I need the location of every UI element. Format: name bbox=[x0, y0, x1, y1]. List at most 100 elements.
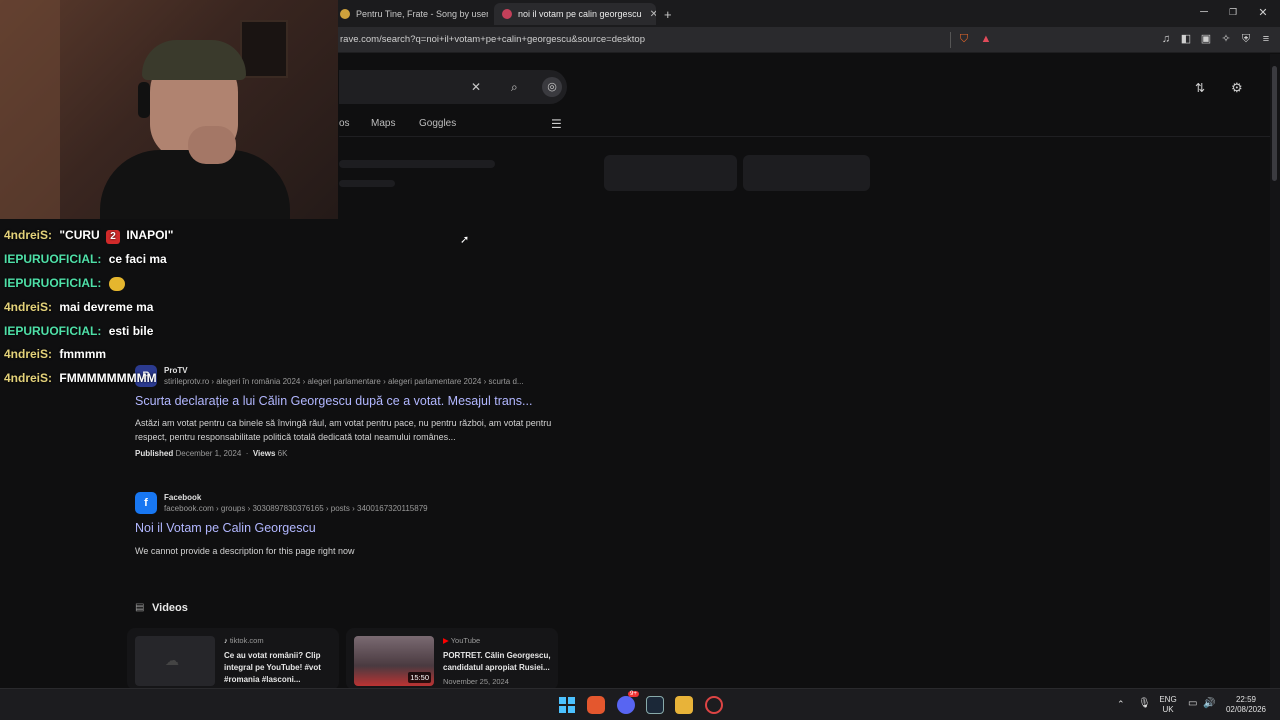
lang-bottom: UK bbox=[1162, 705, 1174, 714]
menu-icon[interactable]: ≡ bbox=[1260, 33, 1272, 45]
tab-videos-partial[interactable]: os bbox=[339, 118, 350, 129]
chat-username: 4ndreiS: bbox=[4, 228, 53, 242]
search-icon[interactable]: ⌕ bbox=[511, 80, 518, 95]
published-label: Published bbox=[135, 449, 174, 458]
microphone-icon[interactable]: 🎙 bbox=[1138, 698, 1151, 709]
placeholder-image-icon: ☁ bbox=[165, 652, 179, 668]
video-duration: 15:50 bbox=[408, 672, 431, 683]
chat-text: ce faci ma bbox=[108, 252, 167, 266]
chat-text: INAPOI" bbox=[126, 228, 174, 242]
close-tab-icon[interactable]: ✕ bbox=[650, 9, 656, 20]
result-description: We cannot provide a description for this… bbox=[135, 546, 355, 556]
leo-ai-icon[interactable]: ✧ bbox=[1220, 33, 1232, 45]
skeleton-card bbox=[604, 155, 737, 191]
video-thumbnail: ☁ bbox=[135, 636, 215, 686]
windows-start-icon[interactable] bbox=[558, 696, 576, 714]
video-source: ♪ tiktok.com bbox=[224, 636, 264, 645]
url-divider bbox=[950, 32, 951, 48]
volume-icon[interactable]: 🔊 bbox=[1203, 698, 1215, 709]
sort-icon[interactable]: ⇅ bbox=[1195, 81, 1205, 95]
brave-shields-icon[interactable]: ⛉ bbox=[958, 33, 970, 45]
chat-text: FMMMMMMMMM bbox=[59, 371, 157, 385]
file-explorer-icon[interactable] bbox=[675, 696, 693, 714]
chat-username: IEPURUOFICIAL: bbox=[4, 324, 102, 338]
filters-icon[interactable]: ☰ bbox=[551, 117, 562, 131]
video-card[interactable]: ☁ ♪ tiktok.com Ce au votat românii? Clip… bbox=[127, 628, 339, 690]
chat-emote-two: 2 bbox=[106, 230, 121, 244]
wallet-icon[interactable]: ▣ bbox=[1200, 33, 1212, 45]
chat-emote-icon bbox=[108, 276, 125, 291]
webcam-overlay bbox=[0, 0, 338, 219]
chat-username: 4ndreiS: bbox=[4, 347, 53, 361]
result-title-link[interactable]: Scurta declarație a lui Călin Georgescu … bbox=[135, 394, 532, 408]
app-icon[interactable] bbox=[705, 696, 723, 714]
result-breadcrumb[interactable]: stirileprotv.ro › alegeri în românia 202… bbox=[164, 377, 554, 386]
webcam-headphone bbox=[138, 82, 150, 118]
page-scrollbar[interactable] bbox=[1270, 54, 1280, 688]
chat-message: 4ndreiS: mai devreme ma bbox=[4, 300, 153, 314]
webcam-cap bbox=[142, 40, 246, 80]
views-count: 6K bbox=[277, 449, 288, 458]
brave-rewards-icon[interactable]: ▲ bbox=[980, 33, 992, 45]
discord-icon[interactable]: 9+ bbox=[617, 691, 639, 714]
chat-message: 4ndreiS: "CURU 2 INAPOI" bbox=[4, 228, 173, 244]
chat-message: 4ndreiS: FMMMMMMMMM bbox=[4, 371, 157, 385]
chat-username: IEPURUOFICIAL: bbox=[4, 252, 102, 266]
minimize-icon[interactable]: ─ bbox=[1197, 6, 1211, 18]
result-source-name: Facebook bbox=[164, 493, 202, 502]
video-source-label: tiktok.com bbox=[229, 636, 264, 645]
url-field[interactable]: rave.com/search?q=noi+il+votam+pe+calin+… bbox=[340, 34, 645, 45]
chat-text: "CURU bbox=[59, 228, 100, 242]
sidebar-icon[interactable]: ◧ bbox=[1180, 33, 1192, 45]
media-icon[interactable]: ♫ bbox=[1160, 33, 1172, 45]
brave-browser-icon[interactable] bbox=[587, 696, 605, 714]
language-indicator[interactable]: ENG UK bbox=[1158, 695, 1178, 715]
video-title: PORTRET. Călin Georgescu, candidatul apr… bbox=[443, 651, 551, 672]
clock-date: 02/08/2026 bbox=[1225, 705, 1267, 714]
start-tile bbox=[559, 697, 566, 704]
steam-icon[interactable] bbox=[646, 696, 664, 714]
scrollbar-thumb[interactable] bbox=[1272, 66, 1277, 181]
video-card[interactable]: 15:50 ▶ YouTube PORTRET. Călin Georgescu… bbox=[346, 628, 558, 690]
clock[interactable]: 22:59 02/08/2026 bbox=[1222, 695, 1270, 715]
tab-search-active[interactable]: noi il votam pe calin georgescu ✕ bbox=[494, 3, 656, 25]
ask-ai-icon[interactable]: ◎ bbox=[542, 77, 562, 97]
start-tile bbox=[559, 706, 566, 713]
search-input[interactable]: ✕ ⌕ ◎ bbox=[339, 70, 567, 104]
new-tab-button[interactable]: + bbox=[660, 3, 680, 25]
windows-taskbar: 9+ ⌃ 🎙 ENG UK ▭ 🔊 22:59 02/08/2026 bbox=[0, 688, 1280, 720]
chat-text: esti bile bbox=[108, 324, 154, 338]
tab-title: Pentru Tine, Frate - Song by user35c bbox=[356, 9, 488, 19]
result-title-link[interactable]: Noi il Votam pe Calin Georgescu bbox=[135, 521, 316, 535]
tab-spotify-song[interactable]: Pentru Tine, Frate - Song by user35c bbox=[332, 3, 488, 25]
vpn-icon[interactable]: ⛨ bbox=[1240, 33, 1252, 45]
network-icon[interactable]: ▭ bbox=[1188, 698, 1197, 709]
video-date: November 25, 2024 bbox=[443, 677, 509, 686]
tab-favicon-icon bbox=[340, 9, 350, 19]
clear-search-icon[interactable]: ✕ bbox=[471, 80, 481, 94]
start-tile bbox=[568, 706, 575, 713]
close-window-icon[interactable]: ✕ bbox=[1256, 6, 1270, 19]
tab-goggles[interactable]: Goggles bbox=[419, 118, 456, 129]
maximize-icon[interactable]: ❐ bbox=[1226, 7, 1240, 18]
video-source-label: YouTube bbox=[450, 636, 481, 645]
skeleton-line bbox=[339, 180, 395, 187]
tabs-divider bbox=[339, 136, 1270, 137]
clock-time: 22:59 bbox=[1235, 695, 1257, 704]
chat-text: fmmmm bbox=[59, 347, 107, 361]
discord-badge: 9+ bbox=[628, 691, 639, 697]
tab-maps[interactable]: Maps bbox=[371, 118, 395, 129]
videos-icon: ▤ bbox=[135, 602, 145, 613]
videos-heading: Videos bbox=[152, 602, 188, 614]
webcam-wall bbox=[0, 0, 60, 219]
settings-gear-icon[interactable]: ⚙ bbox=[1231, 80, 1243, 96]
result-breadcrumb[interactable]: facebook.com › groups › 3030897830376165… bbox=[164, 504, 554, 513]
skeleton-line bbox=[339, 160, 495, 168]
tray-expand-icon[interactable]: ⌃ bbox=[1117, 699, 1125, 710]
facebook-favicon-icon: f bbox=[135, 492, 157, 514]
result-source-name: ProTV bbox=[164, 366, 188, 375]
video-thumbnail: 15:50 bbox=[354, 636, 434, 686]
start-tile bbox=[568, 697, 575, 704]
chat-message: IEPURUOFICIAL: bbox=[4, 276, 125, 291]
chat-message: IEPURUOFICIAL: esti bile bbox=[4, 324, 153, 338]
